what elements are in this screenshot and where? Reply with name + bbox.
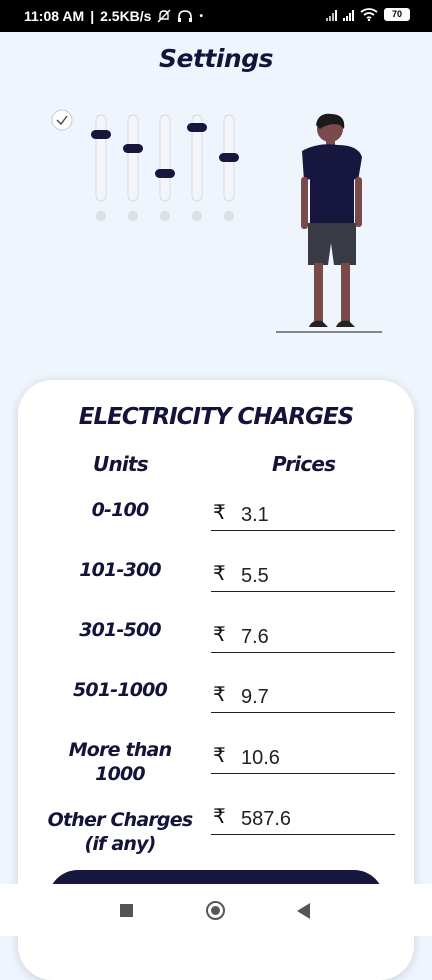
units-label: 301-500: [79, 619, 161, 641]
home-icon[interactable]: [206, 901, 225, 920]
status-bar: 11:08 AM | 2.5KB/s • 70: [0, 0, 432, 32]
price-value: 3.1: [241, 504, 269, 526]
rupee-icon: ₹: [213, 743, 226, 767]
price-value: 587.6: [241, 808, 292, 830]
units-label-line1: More than: [68, 739, 172, 761]
card-heading: ELECTRICITY CHARGES: [78, 404, 355, 430]
rupee-icon: ₹: [213, 804, 226, 828]
units-label-line2: 1000: [95, 763, 145, 785]
equalizer-sliders: [91, 114, 239, 221]
units-label: 101-300: [79, 559, 161, 581]
prices-column-header: Prices: [272, 452, 336, 476]
check-icon: [51, 109, 73, 131]
price-input[interactable]: ₹ 3.1: [211, 496, 395, 531]
price-input[interactable]: ₹ 9.7: [211, 678, 395, 713]
mute-bell-icon: [157, 9, 171, 23]
units-label: 0-100: [91, 499, 150, 521]
status-left: 11:08 AM | 2.5KB/s •: [24, 8, 203, 24]
battery-icon: 70: [384, 8, 410, 21]
units-label: More than 1000: [20, 738, 220, 786]
signal-1-icon: [326, 9, 337, 21]
headphones-icon: [178, 10, 193, 22]
price-input[interactable]: ₹ 5.5: [211, 557, 395, 592]
price-input[interactable]: ₹ 587.6: [211, 800, 395, 835]
price-value: 5.5: [241, 565, 269, 587]
units-label-line1: Other Charges: [47, 809, 194, 831]
rupee-icon: ₹: [213, 561, 226, 585]
rupee-icon: ₹: [213, 682, 226, 706]
status-dot-icon: •: [199, 10, 203, 22]
price-value: 9.7: [241, 686, 269, 708]
page-title: Settings: [158, 44, 274, 73]
person-illustration: [276, 113, 382, 333]
price-value: 10.6: [241, 747, 280, 769]
status-speed: 2.5KB/s: [100, 8, 152, 24]
status-separator: |: [90, 8, 95, 24]
rupee-icon: ₹: [213, 622, 226, 646]
units-label: 501-1000: [72, 679, 168, 701]
status-time: 11:08 AM: [24, 8, 85, 24]
back-icon[interactable]: [297, 903, 310, 919]
recent-apps-icon[interactable]: [120, 904, 133, 917]
signal-2-icon: [343, 9, 354, 21]
wifi-icon: [360, 8, 378, 21]
navigation-bar: [0, 884, 432, 936]
status-right: 70: [326, 8, 410, 21]
price-input[interactable]: ₹ 10.6: [211, 739, 395, 774]
price-input[interactable]: ₹ 7.6: [211, 618, 395, 653]
units-column-header: Units: [93, 452, 149, 476]
settings-illustration: [51, 109, 382, 333]
price-value: 7.6: [241, 626, 269, 648]
rupee-icon: ₹: [213, 500, 226, 524]
units-label-line2: (if any): [84, 833, 156, 855]
units-label: Other Charges (if any): [20, 808, 220, 856]
